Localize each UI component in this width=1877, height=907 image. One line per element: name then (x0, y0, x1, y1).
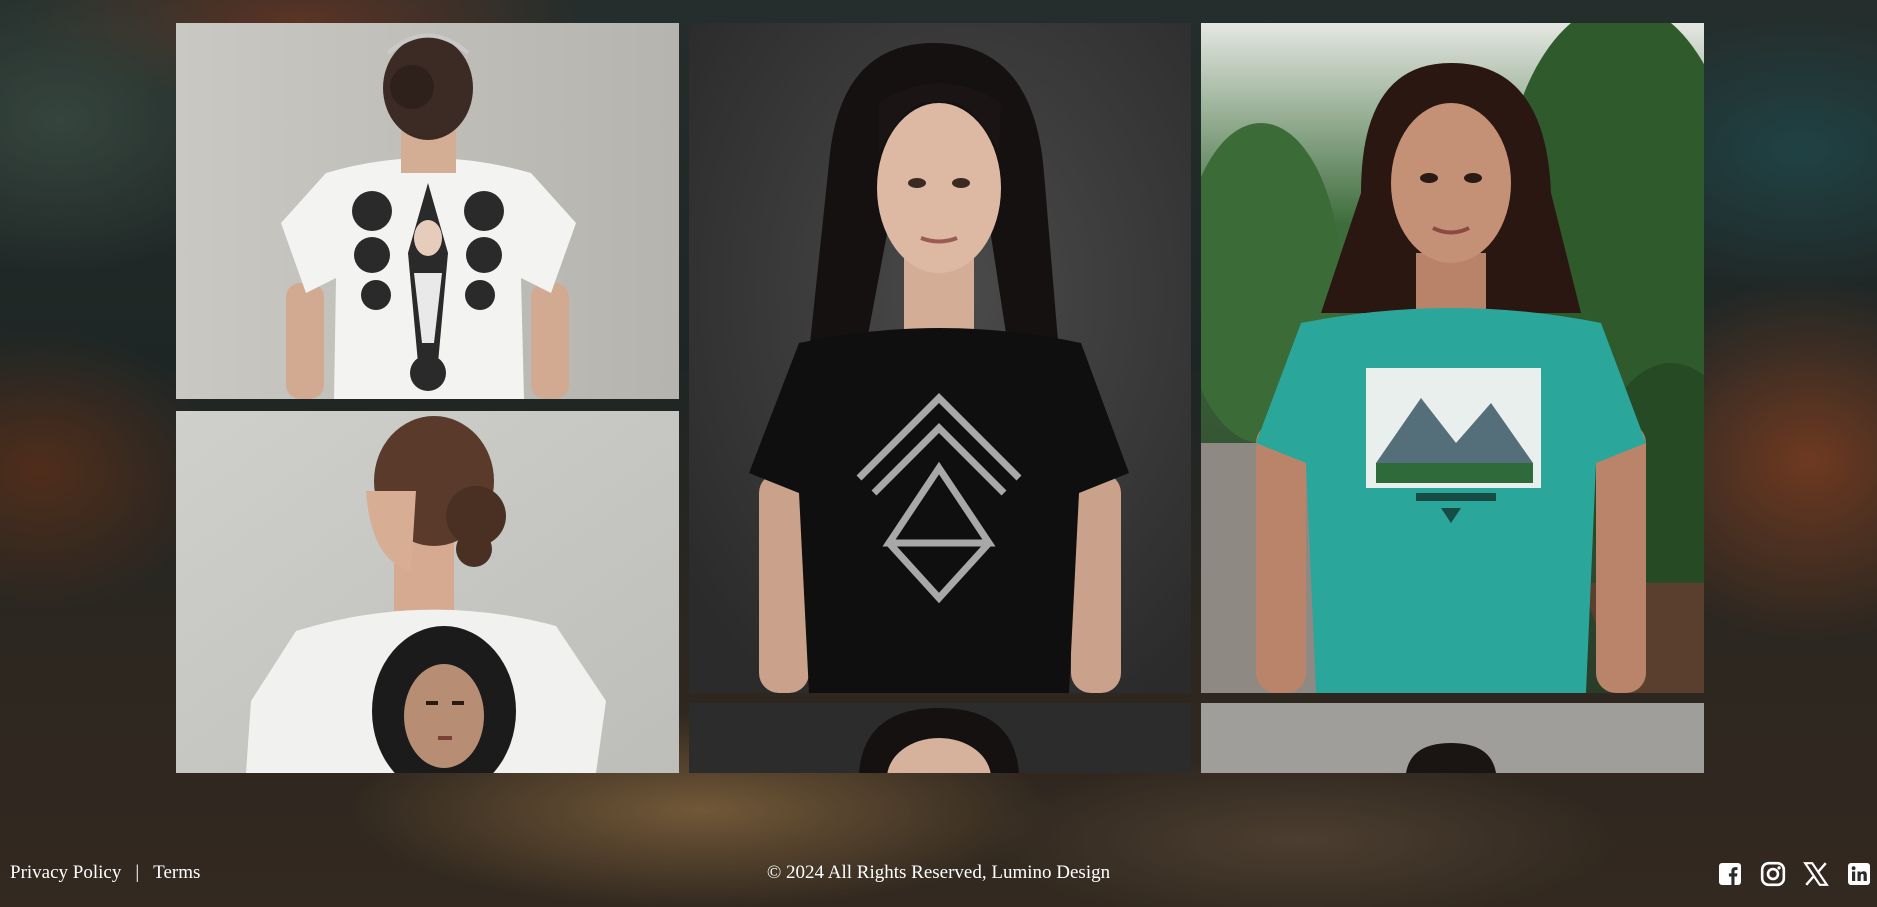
social-links (1701, 860, 1873, 888)
instagram-icon[interactable] (1759, 860, 1787, 888)
gallery-image-grey-partial[interactable] (1201, 703, 1704, 773)
image-gallery (176, 23, 1704, 773)
copyright-text: © 2024 All Rights Reserved, Lumino Desig… (766, 862, 1111, 883)
facebook-icon[interactable] (1716, 860, 1744, 888)
gallery-image-white-shirt-back[interactable] (176, 23, 679, 399)
gallery-image-black-shirt[interactable] (689, 23, 1191, 693)
x-icon[interactable] (1802, 860, 1830, 888)
gallery-image-white-shirt-portrait[interactable] (176, 411, 679, 773)
footer: Privacy Policy | Terms © 2024 All Rights… (0, 848, 1877, 900)
page: Privacy Policy | Terms © 2024 All Rights… (0, 0, 1877, 907)
linkedin-icon[interactable] (1845, 860, 1873, 888)
gallery-image-dark-partial[interactable] (689, 703, 1191, 773)
gallery-image-teal-shirt[interactable] (1201, 23, 1704, 693)
